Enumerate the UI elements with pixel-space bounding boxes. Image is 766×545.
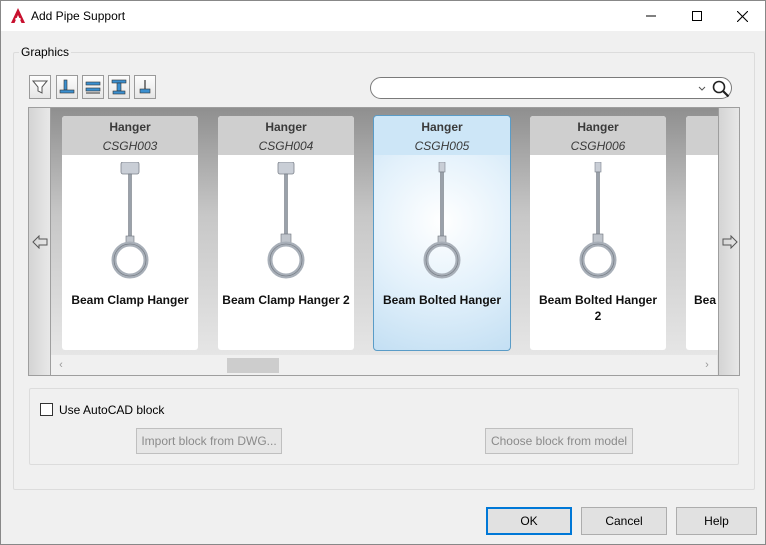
cancel-button[interactable]: Cancel <box>581 507 667 535</box>
support-base-icon <box>59 79 75 94</box>
card-code: CSGH005 <box>414 139 470 153</box>
support-card[interactable]: Hanger CSGH003 Beam Clamp Hanger <box>62 116 198 350</box>
arrow-left-icon <box>31 234 47 249</box>
close-button[interactable] <box>719 1 765 31</box>
scrollbar-thumb[interactable] <box>227 358 279 373</box>
card-name: Beam Clamp Hanger <box>71 293 189 307</box>
search-input[interactable] <box>379 80 689 96</box>
card-code: CSGH006 <box>570 139 626 153</box>
maximize-icon <box>692 11 702 21</box>
close-icon <box>736 10 748 22</box>
filter-icon <box>32 80 48 94</box>
card-name: Beam Clamp Hanger 2 <box>222 293 350 307</box>
beam-clamp-hanger-2-image <box>267 162 305 279</box>
card-code: CSGH003 <box>102 139 158 153</box>
help-button[interactable]: Help <box>676 507 757 535</box>
support-hanger-icon <box>139 80 151 94</box>
gallery-scroll-left[interactable] <box>29 108 51 375</box>
card-type: Hanger <box>421 120 463 134</box>
title-bar[interactable]: Add Pipe Support <box>1 1 765 31</box>
search-box <box>370 77 732 99</box>
support-t-button[interactable] <box>108 75 130 99</box>
card-header: Hanger CSGH005 <box>374 116 510 155</box>
chevron-down-icon[interactable] <box>697 81 707 95</box>
search-icon[interactable] <box>712 80 730 98</box>
beam-bolted-hanger-2-image <box>579 162 617 279</box>
support-beam-button[interactable] <box>82 75 104 99</box>
autocad-logo-icon <box>11 8 25 23</box>
graphics-group-label: Graphics <box>19 45 72 59</box>
scroll-left-chevron-icon[interactable]: ‹ <box>55 359 67 371</box>
support-card[interactable]: Hanger CSGH004 Beam Clamp Hanger 2 <box>218 116 354 350</box>
card-type: Hanger <box>109 120 151 134</box>
gallery-horizontal-scrollbar[interactable]: ‹ › <box>51 355 717 375</box>
gallery-scroll-right[interactable] <box>718 108 739 375</box>
beam-clamp-hanger-image <box>111 162 149 279</box>
minimize-icon <box>646 15 656 17</box>
card-code: CSGH004 <box>258 139 314 153</box>
arrow-right-icon <box>722 234 738 249</box>
window-title: Add Pipe Support <box>31 9 126 23</box>
support-gallery: Hanger CSGH003 Beam Clamp Hanger Hanger … <box>28 107 740 376</box>
card-header: Hanger CSGH006 <box>530 116 666 155</box>
support-base-button[interactable] <box>56 75 78 99</box>
ok-button[interactable]: OK <box>486 507 572 535</box>
add-pipe-support-dialog: Add Pipe Support Graphics Hanger CSGH003… <box>0 0 766 545</box>
card-name: Beam Bolted Hanger <box>382 293 502 307</box>
use-autocad-block-label[interactable]: Use AutoCAD block <box>59 403 164 417</box>
maximize-button[interactable] <box>674 1 720 31</box>
card-type: Hanger <box>265 120 307 134</box>
scroll-right-chevron-icon[interactable]: › <box>701 359 713 371</box>
beam-bolted-hanger-image <box>423 162 461 279</box>
card-type: Hanger <box>577 120 619 134</box>
support-beam-icon <box>85 81 101 94</box>
use-autocad-block-checkbox[interactable] <box>40 403 53 416</box>
minimize-button[interactable] <box>628 1 674 31</box>
card-header: Hanger CSGH004 <box>218 116 354 155</box>
card-header: Hanger CSGH003 <box>62 116 198 155</box>
support-hanger-button[interactable] <box>134 75 156 99</box>
support-card[interactable]: Hanger CSGH006 Beam Bolted Hanger 2 <box>530 116 666 350</box>
support-card-selected[interactable]: Hanger CSGH005 Beam Bolted Hanger <box>373 115 511 351</box>
import-block-button[interactable]: Import block from DWG... <box>136 428 282 454</box>
card-name: Beam Bolted Hanger 2 <box>538 293 658 323</box>
support-t-icon <box>111 79 127 95</box>
filter-button[interactable] <box>29 75 51 99</box>
choose-block-button[interactable]: Choose block from model <box>485 428 633 454</box>
